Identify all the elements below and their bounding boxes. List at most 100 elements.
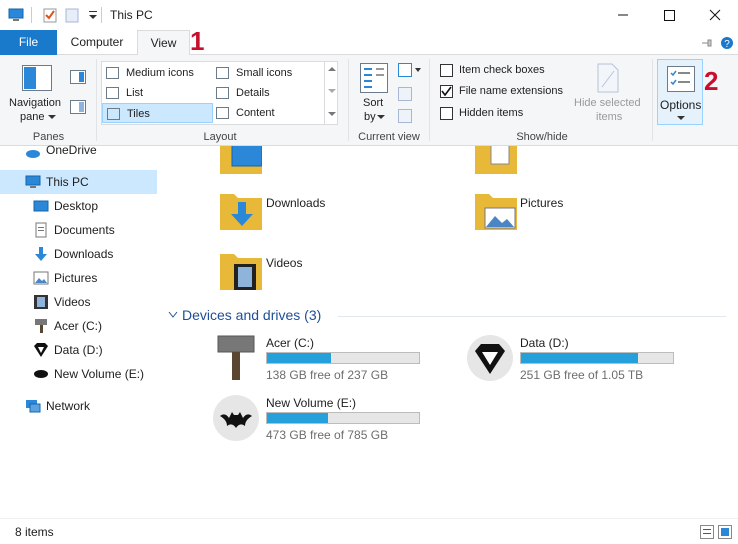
layout-list[interactable]: List bbox=[102, 83, 214, 103]
nav-item-new-volume-e[interactable]: New Volume (E:) bbox=[0, 362, 157, 386]
annotation-number-2: 2 bbox=[704, 66, 719, 96]
list-icon bbox=[106, 87, 119, 99]
properties-icon[interactable] bbox=[42, 7, 58, 23]
superman-drive-icon bbox=[467, 335, 513, 381]
separator bbox=[348, 59, 349, 141]
checkmark-icon bbox=[441, 86, 452, 97]
desktop-icon bbox=[33, 200, 49, 212]
drive-tile-acer-c[interactable]: Acer (C:) 138 GB free of 237 GB bbox=[210, 332, 440, 384]
preview-pane-icon[interactable] bbox=[70, 70, 86, 84]
onedrive-icon bbox=[26, 150, 40, 158]
superman-drive-icon bbox=[34, 343, 48, 357]
drive-free-space: 251 GB free of 1.05 TB bbox=[520, 368, 644, 382]
details-pane-icon[interactable] bbox=[70, 100, 86, 114]
drive-usage-fill bbox=[267, 413, 328, 423]
drive-usage-fill bbox=[267, 353, 331, 363]
tab-file[interactable]: File bbox=[0, 30, 57, 55]
pictures-folder-icon bbox=[475, 194, 517, 230]
navigation-pane-icon[interactable] bbox=[22, 65, 52, 91]
large-icons-view-icon[interactable] bbox=[718, 525, 732, 539]
item-count: 8 items bbox=[15, 525, 54, 539]
drive-name: Data (D:) bbox=[520, 336, 569, 350]
drive-tile-new-volume-e[interactable]: New Volume (E:) 473 GB free of 785 GB bbox=[210, 392, 440, 444]
layout-tiles[interactable]: Tiles bbox=[102, 103, 213, 123]
folder-tile-downloads[interactable]: Downloads bbox=[215, 186, 435, 236]
downloads-icon bbox=[35, 247, 47, 261]
folder-label: Videos bbox=[266, 256, 303, 270]
drive-usage-bar bbox=[520, 352, 674, 364]
chevron-down-icon bbox=[48, 115, 56, 119]
hidden-items-label[interactable]: Hidden items bbox=[459, 107, 523, 119]
layout-medium-icons[interactable]: Medium icons bbox=[102, 63, 214, 83]
folder-label: Downloads bbox=[266, 196, 326, 210]
desktop-folder-icon[interactable] bbox=[220, 146, 262, 176]
nav-item-acer-c[interactable]: Acer (C:) bbox=[0, 314, 157, 338]
drive-name: New Volume (E:) bbox=[266, 396, 357, 410]
minimize-icon bbox=[618, 14, 628, 16]
nav-item-this-pc[interactable]: This PC bbox=[0, 170, 157, 194]
customize-toolbar-chevron-icon[interactable] bbox=[85, 7, 101, 23]
navigation-pane-label-1[interactable]: Navigation bbox=[9, 97, 61, 109]
nav-item-onedrive[interactable]: OneDrive bbox=[0, 138, 157, 162]
drive-usage-fill bbox=[521, 353, 639, 363]
nav-item-pictures[interactable]: Pictures bbox=[0, 266, 157, 290]
options-button[interactable]: Options bbox=[657, 59, 703, 125]
options-icon bbox=[667, 66, 695, 92]
file-name-extensions-checkbox[interactable] bbox=[440, 85, 453, 98]
videos-icon bbox=[34, 295, 48, 309]
add-columns-icon[interactable] bbox=[398, 87, 416, 101]
pin-ribbon-icon[interactable] bbox=[700, 36, 714, 50]
status-bar: 8 items bbox=[0, 518, 738, 544]
hide-selected-label-1[interactable]: Hide selected bbox=[574, 97, 641, 109]
folder-tile-videos[interactable]: Videos bbox=[215, 246, 435, 296]
tab-computer[interactable]: Computer bbox=[57, 30, 137, 55]
devices-header-label: Devices and drives (3) bbox=[182, 307, 322, 323]
help-icon[interactable]: ? bbox=[720, 36, 734, 50]
layout-content[interactable]: Content bbox=[212, 103, 324, 123]
drive-tile-data-d[interactable]: Data (D:) 251 GB free of 1.05 TB bbox=[464, 332, 694, 384]
content-area: Downloads Pictures Videos Devices and dr… bbox=[160, 146, 738, 518]
details-icon bbox=[216, 87, 229, 99]
nav-item-documents[interactable]: Documents bbox=[0, 218, 157, 242]
item-check-boxes-label[interactable]: Item check boxes bbox=[459, 64, 545, 76]
nav-item-downloads[interactable]: Downloads bbox=[0, 242, 157, 266]
drive-usage-bar bbox=[266, 412, 420, 424]
hide-selected-label-2[interactable]: items bbox=[596, 111, 622, 123]
nav-item-network[interactable]: Network bbox=[0, 394, 157, 418]
sort-by-icon[interactable] bbox=[360, 63, 388, 93]
layout-small-icons[interactable]: Small icons bbox=[212, 63, 324, 83]
small-icons-icon bbox=[216, 67, 229, 79]
hide-selected-items-icon[interactable] bbox=[596, 63, 620, 93]
minimize-button[interactable] bbox=[600, 0, 646, 30]
chevron-down-icon bbox=[168, 311, 178, 318]
documents-icon bbox=[35, 222, 47, 238]
downloads-folder-icon bbox=[220, 194, 262, 230]
close-button[interactable] bbox=[692, 0, 738, 30]
videos-folder-icon bbox=[220, 254, 262, 290]
new-folder-icon[interactable] bbox=[64, 7, 80, 23]
folder-tile-pictures[interactable]: Pictures bbox=[470, 186, 690, 236]
sort-by-label-1[interactable]: Sort bbox=[363, 97, 383, 109]
hammer-drive-icon bbox=[35, 319, 47, 333]
size-columns-icon[interactable] bbox=[398, 109, 416, 123]
tab-view[interactable]: View bbox=[137, 30, 190, 56]
navigation-pane-label-2[interactable]: pane bbox=[20, 111, 44, 123]
nav-item-videos[interactable]: Videos bbox=[0, 290, 157, 314]
drive-usage-bar bbox=[266, 352, 420, 364]
documents-folder-icon[interactable] bbox=[475, 146, 517, 176]
hidden-items-checkbox[interactable] bbox=[440, 107, 453, 120]
nav-item-data-d[interactable]: Data (D:) bbox=[0, 338, 157, 362]
group-by-icon[interactable] bbox=[398, 63, 422, 77]
maximize-button[interactable] bbox=[646, 0, 692, 30]
file-name-extensions-label[interactable]: File name extensions bbox=[459, 85, 563, 97]
options-label: Options bbox=[660, 98, 702, 112]
layout-scroll[interactable] bbox=[324, 62, 338, 124]
nav-item-desktop[interactable]: Desktop bbox=[0, 194, 157, 218]
medium-icons-icon bbox=[106, 67, 119, 79]
layout-details[interactable]: Details bbox=[212, 83, 324, 103]
devices-section-header[interactable]: Devices and drives (3) bbox=[166, 306, 726, 328]
sort-by-label-2[interactable]: by bbox=[364, 111, 376, 123]
details-view-icon[interactable] bbox=[700, 525, 714, 539]
chevron-down-icon bbox=[677, 116, 685, 120]
item-check-boxes-checkbox[interactable] bbox=[440, 64, 453, 77]
